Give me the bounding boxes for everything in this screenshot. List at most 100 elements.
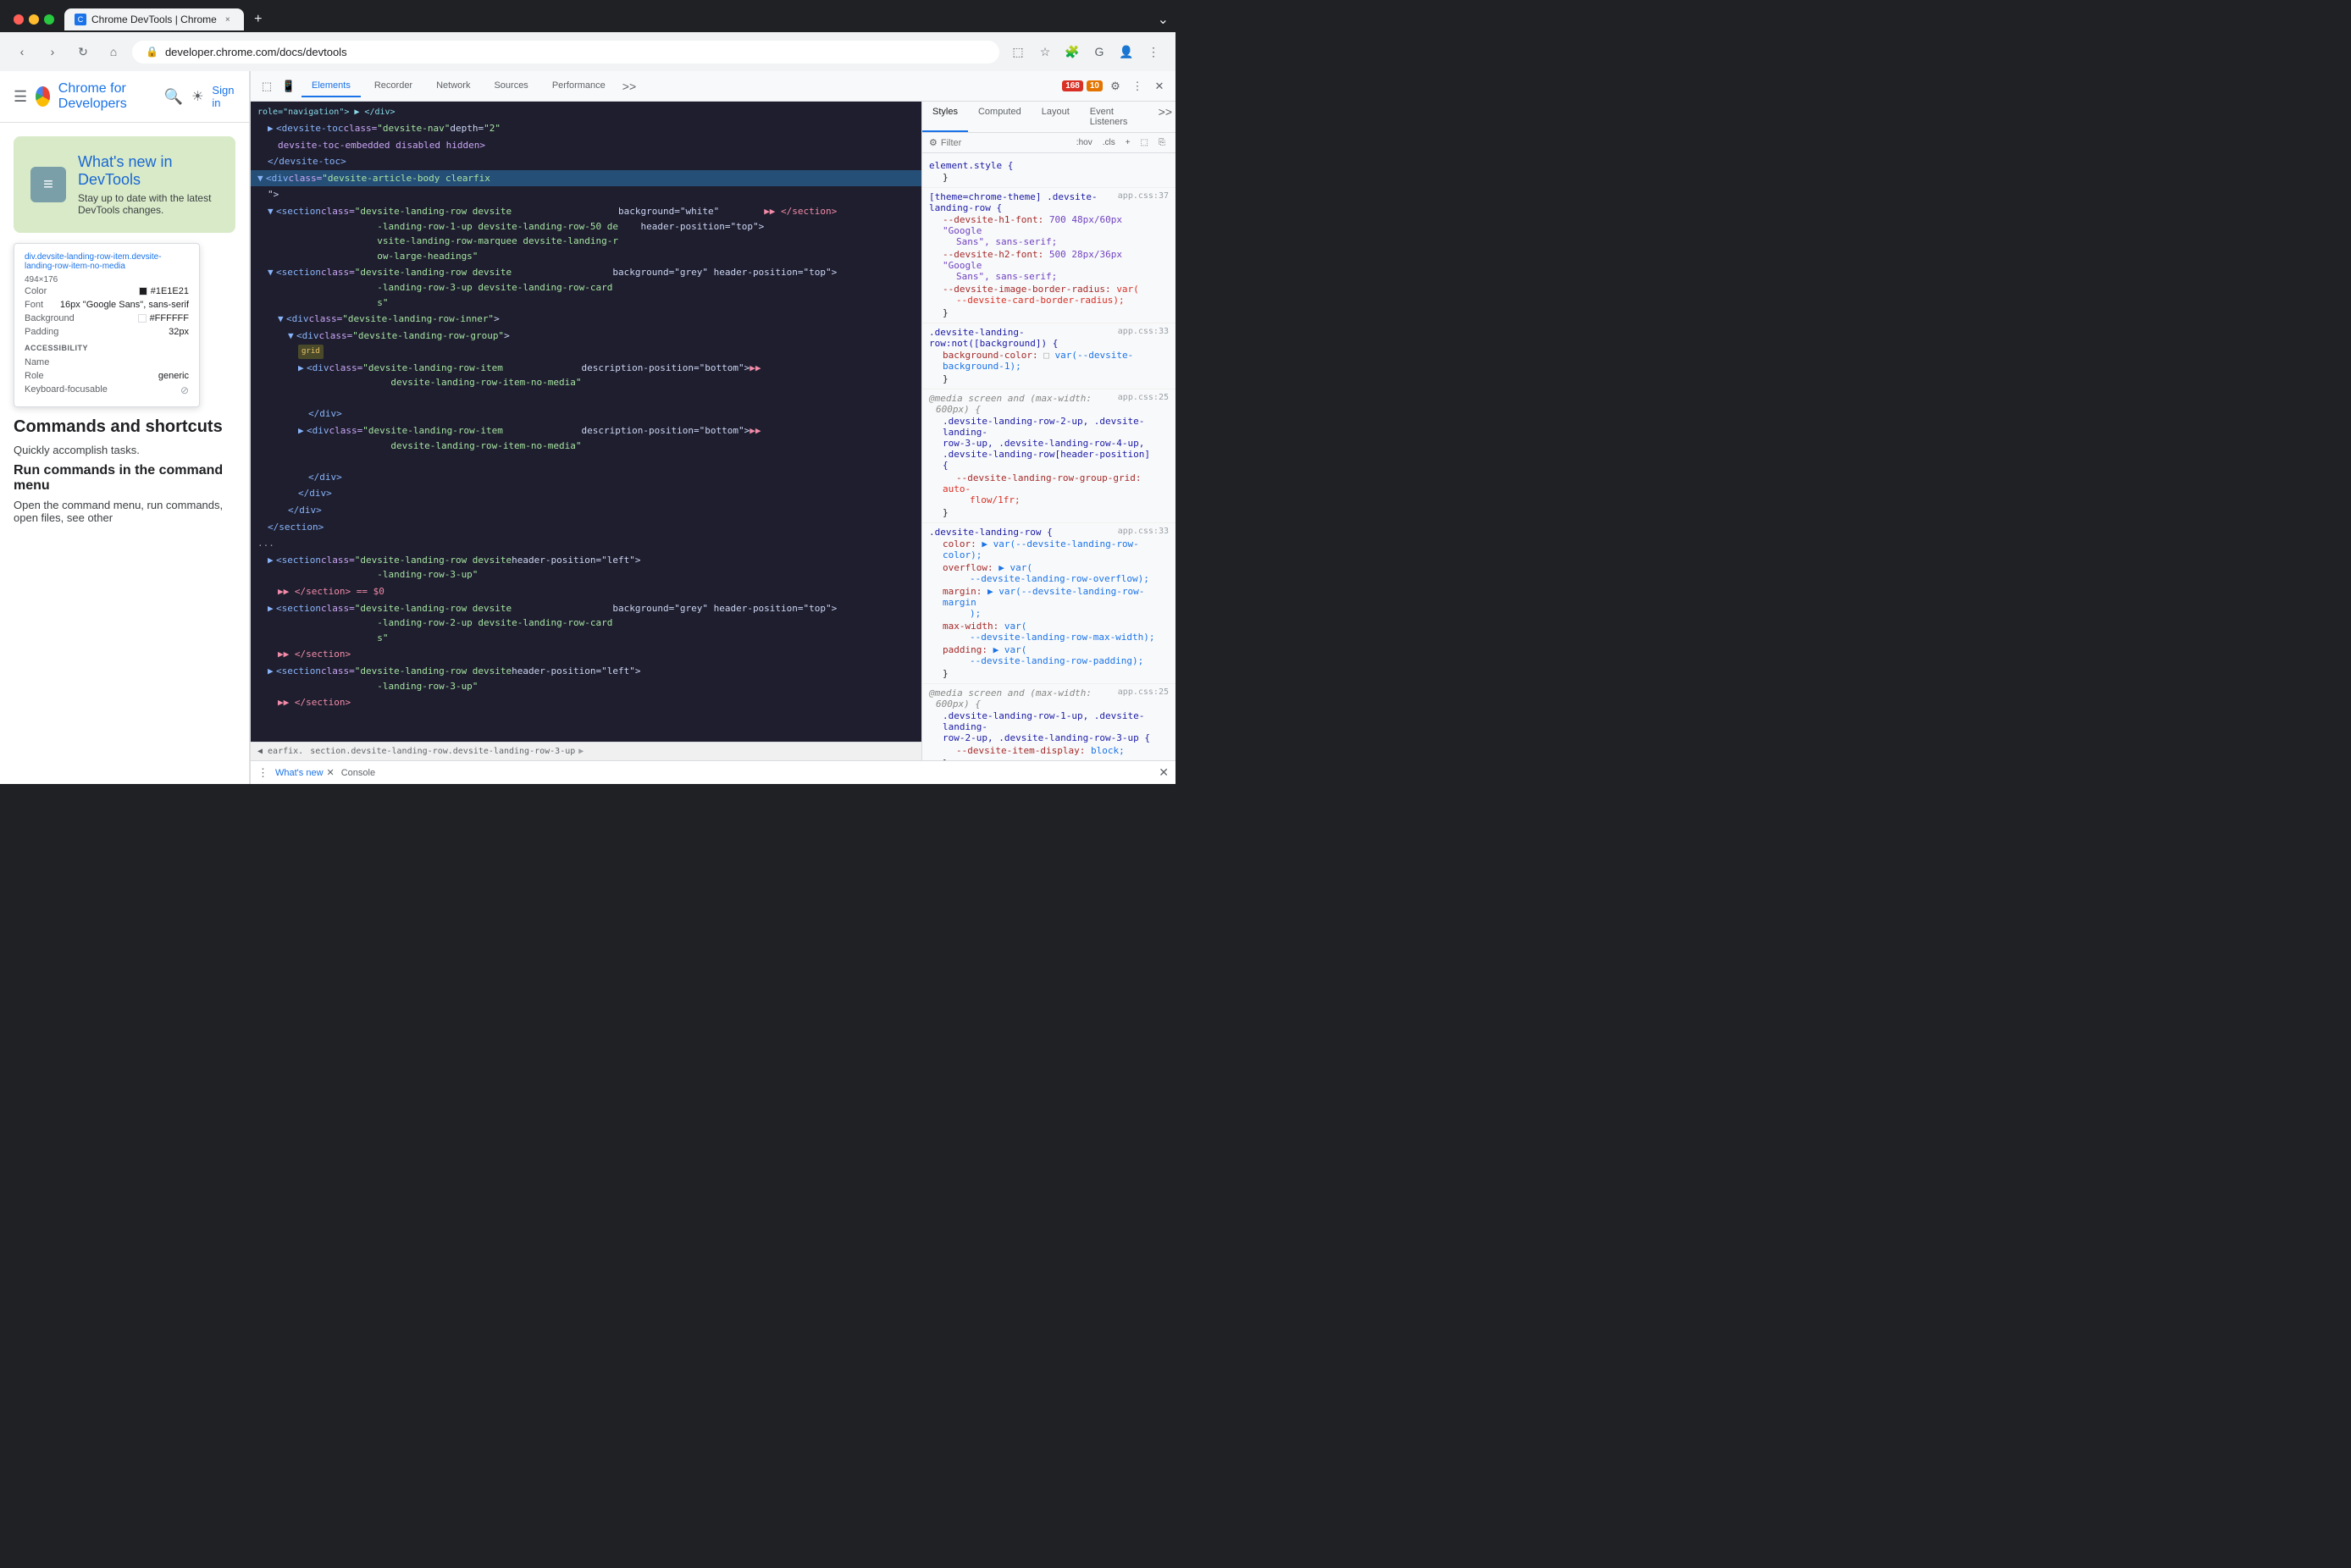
filter-bar: ⚙ :hov .cls + ⬚ ⎘ [922,133,1176,153]
tab-event-listeners[interactable]: Event Listeners [1080,102,1155,132]
tab-styles[interactable]: Styles [922,102,968,132]
tree-line[interactable]: ▼ <section class="devsite-landing-row de… [251,203,921,264]
tree-line[interactable]: ▶▶ </section> [251,694,921,711]
console-bar: ⋮ What's new ✕ Console ✕ [251,760,1176,784]
bg-value: #FFFFFF [138,313,189,323]
menu-icon[interactable]: ⋮ [1142,40,1165,63]
tree-line[interactable]: ▶▶ </section> == $0 [251,583,921,600]
back-button[interactable]: ‹ [10,40,34,63]
maximize-button[interactable] [44,14,54,25]
pseudo-cls-button[interactable]: .cls [1099,136,1119,149]
tree-line[interactable]: ▶ <section class="devsite-landing-row de… [251,552,921,583]
more-tabs-icon[interactable]: >> [619,76,639,97]
tree-line[interactable]: ... [251,535,921,552]
search-icon[interactable]: 🔍 [164,88,183,106]
tab-devtools[interactable]: C Chrome DevTools | Chrome × [64,8,244,30]
device-toolbar-icon[interactable]: 📱 [279,77,298,96]
tree-line[interactable]: ▼ <div class="devsite-landing-row-inner"… [251,311,921,328]
forward-icon: › [51,45,55,58]
hero-card: ≡ What's new in DevTools Stay up to date… [14,136,235,233]
page-header: ☰ Chrome for Developers 🔍 ☀ Sign in [0,71,249,123]
profile-icon[interactable]: 👤 [1115,40,1138,63]
close-button[interactable] [14,14,24,25]
tree-line[interactable]: ▶ <devsite-toc class="devsite-nav" depth… [251,120,921,137]
tooltip-class: div.devsite-landing-row-item.devsite-lan… [25,252,189,271]
style-prop: } [929,506,1169,519]
tree-line[interactable]: grid [251,344,921,359]
close-console-bar-button[interactable]: ✕ [1159,765,1169,780]
chrome-logo [36,86,50,107]
home-icon: ⌂ [110,45,117,58]
pseudo-hov-button[interactable]: :hov [1073,136,1096,149]
tab-layout[interactable]: Layout [1032,102,1080,132]
page-body: ≡ What's new in DevTools Stay up to date… [0,123,249,784]
whats-new-close-button[interactable]: ✕ [327,767,335,778]
tab-elements[interactable]: Elements [301,75,361,97]
url-bar[interactable]: 🔒 developer.chrome.com/docs/devtools [132,41,999,63]
style-prop: padding: ▶ var( --devsite-landing-row-pa… [929,643,1169,667]
console-tab[interactable]: Console [341,768,375,778]
tree-line[interactable]: ▶ <section class="devsite-landing-row de… [251,663,921,694]
breadcrumb-earfix[interactable]: ◀ earfix. [257,747,303,756]
tree-line[interactable]: </div> [251,502,921,519]
google-account-icon[interactable]: G [1087,40,1111,63]
hamburger-menu-icon[interactable]: ☰ [14,88,27,106]
tree-line[interactable]: ▶ <div class="devsite-landing-row-item d… [251,422,921,469]
bookmark-icon[interactable]: ☆ [1033,40,1057,63]
tree-line[interactable]: devsite-toc-embedded disabled hidden> [251,137,921,154]
keyboard-value: ⊘ [180,384,189,396]
tree-line[interactable]: role="navigation"> ▶ </div> [251,105,921,120]
tab-sources[interactable]: Sources [484,75,538,97]
tree-line[interactable]: </div> [251,406,921,422]
whats-new-label: What's new [275,768,324,778]
tree-line[interactable]: ▶ <section class="devsite-landing-row de… [251,600,921,647]
sign-in-button[interactable]: Sign in [212,84,235,109]
devtools-more-icon[interactable]: ⋮ [1128,77,1147,96]
tab-label: Chrome DevTools | Chrome [91,14,217,25]
new-style-sheet-icon[interactable]: ⬚ [1137,136,1152,149]
tree-line[interactable]: </section> [251,519,921,536]
breadcrumb-section[interactable]: section.devsite-landing-row.devsite-land… [310,747,575,756]
run-subtitle: Open the command menu, run commands, ope… [14,499,235,524]
tree-line[interactable]: "> [251,186,921,203]
tab-overflow-icon[interactable]: ⌄ [1158,11,1169,28]
tree-line[interactable]: ▶▶ </section> [251,646,921,663]
inspect-element-icon[interactable]: ⬚ [257,77,276,96]
extensions-icon[interactable]: 🧩 [1060,40,1084,63]
home-button[interactable]: ⌂ [102,40,125,63]
lock-icon: 🔒 [146,46,158,58]
settings-icon[interactable]: ⚙ [1106,77,1125,96]
tab-close-button[interactable]: × [222,14,234,25]
theme-toggle-icon[interactable]: ☀ [191,88,203,105]
bg-color-swatch [138,314,147,323]
tab-performance[interactable]: Performance [542,75,616,97]
tab-computed[interactable]: Computed [968,102,1032,132]
add-style-rule-icon[interactable]: + [1122,136,1134,149]
refresh-button[interactable]: ↻ [71,40,95,63]
filter-input[interactable] [941,138,1070,148]
forward-button[interactable]: › [41,40,64,63]
tree-line-selected[interactable]: ▼ <div class="devsite-article-body clear… [251,170,921,187]
tree-line[interactable]: ▼ <section class="devsite-landing-row de… [251,264,921,311]
color-swatch [139,287,147,295]
tree-line[interactable]: ▶ <div class="devsite-landing-row-item d… [251,360,921,406]
devtools-panel: ⬚ 📱 Elements Recorder Network Sources Pe… [250,71,1176,784]
font-label: Font [25,300,43,310]
close-devtools-icon[interactable]: ✕ [1150,77,1169,96]
toolbar-right: ⬚ ☆ 🧩 G 👤 ⋮ [1006,40,1165,63]
tree-line[interactable]: </div> [251,485,921,502]
tree-line[interactable]: </devsite-toc> [251,153,921,170]
tree-line[interactable]: ▼ <div class="devsite-landing-row-group"… [251,328,921,345]
more-style-tabs-icon[interactable]: >> [1155,102,1176,132]
new-tab-button[interactable]: + [247,8,269,30]
minimize-button[interactable] [29,14,39,25]
cast-icon[interactable]: ⬚ [1006,40,1030,63]
tab-recorder[interactable]: Recorder [364,75,423,97]
html-tree[interactable]: role="navigation"> ▶ </div> ▶ <devsite-t… [251,102,921,742]
font-value: 16px "Google Sans", sans-serif [60,300,189,310]
whats-new-tab[interactable]: What's new ✕ [275,767,335,778]
style-prop: } [929,306,1169,319]
tab-network[interactable]: Network [426,75,480,97]
style-copy-icon[interactable]: ⎘ [1155,136,1169,149]
tree-line[interactable]: </div> [251,469,921,486]
